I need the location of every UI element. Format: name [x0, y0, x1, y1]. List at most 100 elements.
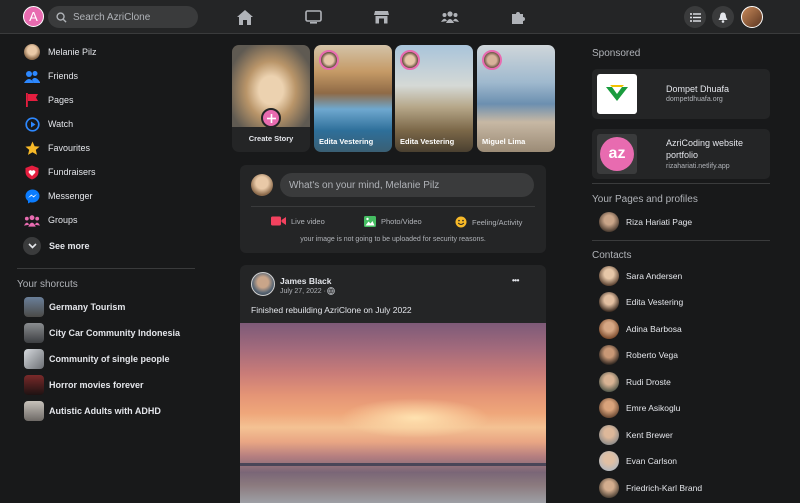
add-story-button[interactable]	[261, 108, 281, 128]
post-text: Finished rebuilding AzriClone on July 20…	[251, 305, 412, 315]
sidebar-item-label: Pages	[48, 95, 74, 105]
contact-name: Evan Carlson	[626, 456, 678, 467]
marketplace-icon[interactable]	[372, 8, 390, 26]
shortcut-item[interactable]: Autistic Adults with ADHD	[17, 398, 197, 424]
az-logo: az	[600, 137, 634, 171]
profile-avatar[interactable]	[741, 6, 763, 28]
app-logo[interactable]: A	[23, 6, 44, 27]
contact-item[interactable]: Emre Asikoglu	[592, 395, 770, 422]
avatar	[251, 174, 273, 196]
avatar	[599, 212, 619, 233]
messenger-icon	[24, 188, 40, 204]
horizon-line	[240, 463, 546, 466]
sidebar-item-favourites[interactable]: Favourites	[17, 136, 197, 160]
ad-title: Dompet Dhuafa	[666, 84, 730, 94]
contact-item[interactable]: Friedrich-Karl Brand	[592, 475, 770, 502]
groups-icon[interactable]	[441, 8, 459, 26]
contact-item[interactable]: Rudi Droste	[592, 369, 770, 396]
ad-logo: az	[597, 134, 637, 174]
sidebar-item-label: Messenger	[48, 191, 93, 201]
notifications-button[interactable]	[712, 6, 734, 28]
plus-icon	[266, 113, 276, 123]
avatar	[599, 451, 619, 472]
post-date[interactable]: July 27, 2022 ·	[280, 288, 326, 295]
ad-logo	[597, 74, 637, 114]
story-card[interactable]: Miguel Lima	[477, 45, 555, 152]
contacts-title: Contacts	[592, 249, 632, 261]
avatar	[599, 345, 619, 366]
avatar	[599, 292, 619, 313]
ad-title: AzriCoding website portfolio	[666, 138, 744, 160]
gaming-icon[interactable]	[509, 8, 527, 26]
status-input[interactable]	[280, 173, 534, 197]
photo-video-button[interactable]: Photo/Video	[364, 216, 422, 227]
post-author-avatar[interactable]	[251, 272, 275, 296]
search-input[interactable]	[73, 11, 193, 23]
sponsored-ad[interactable]: Dompet Dhuafa dompetdhuafa.org	[592, 69, 770, 119]
sidebar-item-label: Groups	[48, 215, 78, 225]
story-name: Edita Vestering	[400, 137, 455, 146]
contact-item[interactable]: Kent Brewer	[592, 422, 770, 449]
see-more-button[interactable]: See more	[17, 232, 197, 260]
contact-name: Emre Asikoglu	[626, 403, 681, 414]
post-author-name[interactable]: James Black	[280, 276, 332, 286]
sponsored-ad[interactable]: az AzriCoding website portfolio rizahari…	[592, 129, 770, 179]
shortcut-label: City Car Community Indonesia	[49, 328, 181, 338]
story-card[interactable]: Edita Vestering	[314, 45, 392, 152]
post-meta: July 27, 2022 ·	[280, 287, 335, 295]
contact-item[interactable]: Roberto Vega	[592, 342, 770, 369]
contact-name: Adina Barbosa	[626, 323, 682, 334]
avatar	[599, 318, 619, 339]
sidebar-item-pages[interactable]: Pages	[17, 88, 197, 112]
flag-icon	[24, 92, 40, 108]
divider	[592, 239, 770, 241]
contact-item[interactable]: Adina Barbosa	[592, 316, 770, 343]
avatar	[599, 371, 619, 392]
create-story-card[interactable]: Create Story	[232, 45, 310, 152]
sidebar-item-label: Melanie Pilz	[48, 47, 97, 57]
search-box[interactable]	[48, 6, 198, 28]
photo-icon	[364, 216, 376, 227]
watch-icon	[24, 116, 40, 132]
contact-item[interactable]: Edita Vestering	[592, 289, 770, 316]
post-image[interactable]	[240, 323, 546, 503]
divider	[251, 206, 535, 207]
sidebar-item-label: Favourites	[48, 143, 91, 153]
post-options-icon[interactable]: •••	[512, 276, 519, 285]
story-avatar	[400, 50, 420, 70]
feeling-activity-button[interactable]: Feeling/Activity	[455, 216, 522, 228]
story-card[interactable]: Edita Vestering	[395, 45, 473, 152]
contact-name: Sara Andersen	[626, 270, 683, 281]
shortcut-item[interactable]: Germany Tourism	[17, 294, 197, 320]
photo-video-label: Photo/Video	[381, 217, 422, 226]
dompet-dhuafa-logo-icon	[606, 85, 628, 101]
video-camera-icon	[271, 216, 286, 226]
avatar	[599, 424, 619, 445]
shortcut-item[interactable]: Community of single people	[17, 346, 197, 372]
sidebar-item-profile[interactable]: Melanie Pilz	[17, 40, 197, 64]
feed-post: James Black July 27, 2022 · ••• Finished…	[240, 265, 546, 503]
contact-item[interactable]: Evan Carlson	[592, 448, 770, 475]
sidebar-item-label: Friends	[48, 71, 79, 81]
heart-icon	[24, 164, 40, 180]
shortcut-label: Germany Tourism	[49, 302, 126, 312]
contact-item[interactable]: Sara Andersen	[592, 263, 770, 290]
watch-icon[interactable]	[304, 8, 322, 26]
live-video-button[interactable]: Live video	[271, 216, 325, 226]
page-item[interactable]: Riza Hariati Page	[592, 209, 770, 236]
sidebar-item-friends[interactable]: Friends	[17, 64, 197, 88]
sidebar-item-groups[interactable]: Groups	[17, 208, 197, 232]
sidebar-item-messenger[interactable]: Messenger	[17, 184, 197, 208]
feeling-activity-label: Feeling/Activity	[472, 217, 523, 227]
avatar	[599, 477, 619, 498]
shortcut-item[interactable]: City Car Community Indonesia	[17, 320, 197, 346]
contact-name: Rudi Droste	[626, 376, 671, 387]
home-icon[interactable]	[236, 8, 254, 26]
sidebar-item-fundraisers[interactable]: Fundraisers	[17, 160, 197, 184]
menu-button[interactable]	[684, 6, 706, 28]
shortcut-thumbnail	[24, 401, 44, 421]
shortcut-item[interactable]: Horror movies forever	[17, 372, 197, 398]
see-more-label: See more	[49, 241, 90, 251]
story-avatar	[319, 50, 339, 70]
sidebar-item-watch[interactable]: Watch	[17, 112, 197, 136]
